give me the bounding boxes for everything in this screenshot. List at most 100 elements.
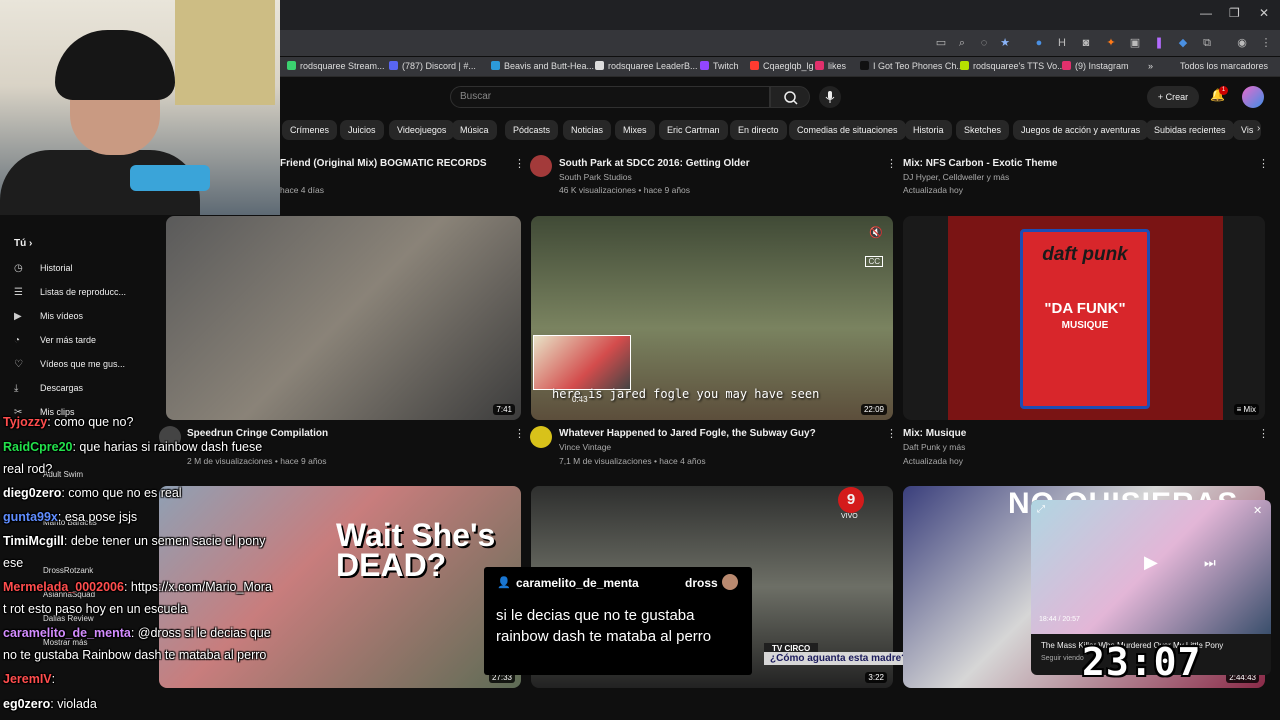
mix-thumbnail[interactable]: daft punk "DA FUNK" MUSIQUE ≡ Mix bbox=[903, 216, 1265, 420]
filter-chip[interactable]: Sketches bbox=[956, 120, 1010, 140]
minimize-button[interactable]: — bbox=[1200, 6, 1212, 20]
sidebar-item[interactable]: ▶ Mis vídeos bbox=[14, 311, 83, 322]
extension-icon[interactable]: ✦ bbox=[1104, 36, 1118, 50]
bookmark-item[interactable]: Cqaeglqb_lg bbox=[750, 61, 814, 71]
more-options-icon[interactable]: ⋮ bbox=[514, 157, 525, 170]
channel-name[interactable]: Vince Vintage bbox=[559, 442, 611, 452]
puzzle-icon[interactable]: ⧉ bbox=[1200, 36, 1214, 50]
channel-name[interactable]: Daft Punk y más bbox=[903, 442, 965, 452]
filter-chip[interactable]: En directo bbox=[730, 120, 787, 140]
more-options-icon[interactable]: ⋮ bbox=[1258, 427, 1269, 440]
next-icon[interactable]: ⏭ bbox=[1204, 555, 1216, 571]
camera-icon[interactable]: ◙ bbox=[1079, 36, 1093, 50]
chat-text: : @dross si le decias que bbox=[130, 626, 271, 640]
sidebar-subscription[interactable]: DrossRotzank bbox=[43, 566, 93, 575]
bookmark-item[interactable]: Todos los marcadores bbox=[1180, 61, 1268, 71]
chat-text: : https://x.com/Mario_Mora bbox=[123, 580, 272, 594]
captions-icon[interactable]: CC bbox=[865, 256, 883, 267]
video-meta: 7,1 M de visualizaciones • hace 4 años bbox=[559, 456, 706, 466]
filter-chip[interactable]: Pódcasts bbox=[505, 120, 559, 140]
filter-chip[interactable]: Música bbox=[452, 120, 497, 140]
miniplayer-channel: Seguir viendo bbox=[1041, 655, 1084, 662]
chat-message: caramelito_de_menta: @dross si le decias… bbox=[3, 626, 271, 640]
chat-text: : bbox=[51, 672, 56, 686]
bookmark-item[interactable]: Twitch bbox=[700, 61, 739, 71]
filter-chip[interactable]: Historia bbox=[905, 120, 952, 140]
extension-icon[interactable]: H bbox=[1055, 36, 1069, 50]
create-button[interactable]: + Crear bbox=[1147, 86, 1199, 108]
search-input[interactable]: Buscar bbox=[450, 86, 770, 108]
sidebar-item[interactable]: ◷ Historial bbox=[14, 263, 73, 274]
video-title[interactable]: Mix: Musique bbox=[903, 428, 966, 439]
channel-name[interactable]: South Park Studios bbox=[559, 172, 632, 182]
sidebar-item[interactable]: ♡ Vídeos que me gus... bbox=[14, 359, 125, 370]
extension-icon[interactable]: ❚ bbox=[1152, 36, 1166, 50]
star-icon[interactable]: ★ bbox=[998, 36, 1012, 50]
extension-icon[interactable]: ● bbox=[1032, 36, 1046, 50]
filter-chip[interactable]: Videojuegos bbox=[389, 120, 455, 140]
scrub-preview bbox=[533, 335, 631, 390]
bookmark-item[interactable]: rodsquaree LeaderB... bbox=[595, 61, 698, 71]
restore-button[interactable]: ❐ bbox=[1229, 6, 1240, 20]
extension-icon[interactable]: ◆ bbox=[1176, 36, 1190, 50]
bookmark-item[interactable]: (9) Instagram bbox=[1062, 61, 1129, 71]
sidebar-item[interactable]: ☰ Listas de reproducc... bbox=[14, 287, 126, 298]
video-title[interactable]: Friend (Original Mix) BOGMATIC RECORDS bbox=[280, 158, 486, 169]
sidebar-icon: ☰ bbox=[14, 287, 23, 298]
close-icon[interactable]: ✕ bbox=[1253, 504, 1262, 517]
menu-icon[interactable]: ⋮ bbox=[1259, 36, 1273, 50]
filter-chip[interactable]: Juegos de acción y aventuras bbox=[1013, 120, 1149, 140]
bookmark-item[interactable]: I Got Teo Phones Ch... bbox=[860, 61, 964, 71]
bookmark-item[interactable]: (787) Discord | #... bbox=[389, 61, 476, 71]
chat-text: : como que no? bbox=[47, 415, 134, 429]
chevron-right-icon[interactable]: › bbox=[1257, 123, 1260, 134]
extension-icon[interactable]: ▣ bbox=[1128, 36, 1142, 50]
bookmark-item[interactable]: Beavis and Butt-Hea... bbox=[491, 61, 594, 71]
chat-message: JeremIV: bbox=[3, 672, 55, 686]
zoom-icon[interactable]: ⌕ bbox=[955, 36, 969, 50]
more-options-icon[interactable]: ⋮ bbox=[886, 157, 897, 170]
bookmark-item[interactable]: likes bbox=[815, 61, 846, 71]
filter-chip[interactable]: Juicios bbox=[340, 120, 384, 140]
channel-avatar[interactable] bbox=[530, 426, 552, 448]
mute-icon[interactable]: 🔇 bbox=[869, 226, 883, 239]
more-options-icon[interactable]: ⋮ bbox=[886, 427, 897, 440]
chat-text: : que harias si rainbow dash fuese bbox=[72, 440, 263, 454]
voice-search-button[interactable] bbox=[819, 86, 841, 108]
chat-message: Tyjozzy: como que no? bbox=[3, 415, 133, 429]
filter-chip[interactable]: Mixes bbox=[615, 120, 655, 140]
video-thumbnail[interactable]: 7:41 bbox=[166, 216, 521, 420]
sidebar-item[interactable]: ◔ Ver más tarde bbox=[14, 335, 96, 346]
chat-username: dieg0zero bbox=[3, 486, 62, 500]
video-title[interactable]: Whatever Happened to Jared Fogle, the Su… bbox=[559, 428, 816, 439]
more-options-icon[interactable]: ⋮ bbox=[1258, 157, 1269, 170]
bookmark-item[interactable]: rodsquaree's TTS Vo... bbox=[960, 61, 1065, 71]
video-title[interactable]: South Park at SDCC 2016: Getting Older bbox=[559, 158, 750, 169]
bookmark-item[interactable]: » bbox=[1148, 61, 1153, 71]
filter-chip[interactable]: Noticias bbox=[563, 120, 612, 140]
bookmark-item[interactable]: rodsquaree Stream... bbox=[287, 61, 385, 71]
expand-icon[interactable]: ⤢ bbox=[1037, 504, 1045, 515]
miniplayer-time: 18:44 / 20:57 bbox=[1039, 616, 1080, 623]
close-window-button[interactable]: ✕ bbox=[1259, 6, 1269, 20]
cast-icon[interactable]: ▭ bbox=[934, 36, 948, 50]
channel-name[interactable]: DJ Hyper, Celldweller y más bbox=[903, 172, 1009, 182]
play-icon[interactable]: ▶ bbox=[1144, 552, 1158, 573]
video-title[interactable]: Speedrun Cringe Compilation bbox=[187, 428, 328, 439]
more-options-icon[interactable]: ⋮ bbox=[514, 427, 525, 440]
chat-text: no te gustaba Rainbow dash te mataba al … bbox=[3, 648, 267, 662]
sidebar-icon: ▶ bbox=[14, 311, 22, 322]
channel-avatar[interactable] bbox=[530, 155, 552, 177]
filter-chip[interactable]: Subidas recientes bbox=[1146, 120, 1234, 140]
filter-chip[interactable]: Eric Cartman bbox=[659, 120, 728, 140]
account-avatar[interactable] bbox=[1242, 86, 1264, 108]
sidebar-item[interactable]: ⤓ Descargas bbox=[14, 383, 83, 394]
filter-chip[interactable]: Comedias de situaciones bbox=[789, 120, 906, 140]
eye-off-icon[interactable]: ◌ bbox=[977, 36, 991, 50]
banner-text: ¿Cómo aguanta esta madre? bbox=[764, 652, 914, 665]
profile-icon[interactable]: ◉ bbox=[1235, 36, 1249, 50]
search-button[interactable] bbox=[770, 86, 810, 108]
sidebar-you-heading[interactable]: Tú › bbox=[14, 238, 32, 249]
filter-chip[interactable]: Crímenes bbox=[282, 120, 338, 140]
video-title[interactable]: Mix: NFS Carbon - Exotic Theme bbox=[903, 158, 1057, 169]
